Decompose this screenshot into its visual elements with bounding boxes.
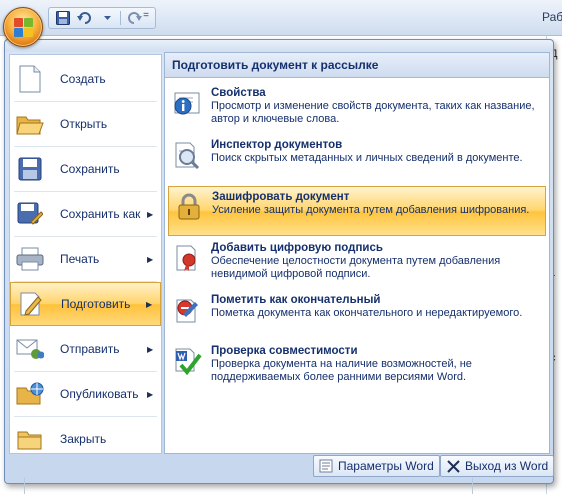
- window-title: Раб: [542, 10, 562, 24]
- menu-item-open[interactable]: Открыть: [10, 102, 161, 146]
- menu-left-column: Создать Открыть Сохранить Сохранить как …: [9, 54, 162, 454]
- save-icon: [56, 11, 70, 25]
- submenu-arrow-icon: ▶: [147, 389, 154, 399]
- exit-word-label: Выход из Word: [465, 459, 549, 473]
- word-options-label: Параметры Word: [338, 459, 434, 473]
- save-as-icon: [17, 202, 43, 225]
- encrypt-lock-icon: [178, 193, 200, 220]
- properties-icon: [174, 92, 200, 115]
- word-options-button[interactable]: Параметры Word: [313, 455, 440, 477]
- menu-item-publish[interactable]: Опубликовать ▶: [10, 372, 161, 416]
- submenu-item-inspect[interactable]: Инспектор документов Поиск скрытых метад…: [168, 135, 546, 185]
- menu-item-send[interactable]: Отправить ▶: [10, 327, 161, 371]
- open-folder-icon: [16, 116, 44, 135]
- menu-top-strip: [5, 40, 553, 52]
- menu-item-label: Отправить: [60, 342, 120, 356]
- compatibility-check-icon: [175, 348, 202, 375]
- exit-word-button[interactable]: Выход из Word: [440, 455, 555, 477]
- publish-icon: [16, 382, 44, 405]
- submenu-item-title: Добавить цифровую подпись: [211, 242, 383, 254]
- submenu-item-digital-signature[interactable]: Добавить цифровую подпись Обеспечение це…: [168, 238, 546, 288]
- new-document-icon: [19, 65, 41, 93]
- send-icon: [16, 339, 44, 359]
- submenu-item-title: Пометить как окончательный: [211, 294, 381, 306]
- digital-signature-icon: [176, 245, 196, 271]
- submenu-item-title: Инспектор документов: [211, 139, 343, 151]
- menu-item-label: Опубликовать: [60, 387, 139, 401]
- submenu-arrow-icon: ▶: [147, 209, 154, 219]
- submenu-item-title: Свойства: [211, 87, 266, 99]
- submenu-item-description: Обеспечение целостности документа путем …: [211, 255, 501, 280]
- customize-qat-button[interactable]: =: [140, 9, 152, 23]
- inspect-document-icon: [175, 142, 200, 169]
- office-logo-icon: [14, 18, 34, 38]
- menu-item-save[interactable]: Сохранить: [10, 147, 161, 191]
- undo-dropdown-button[interactable]: [98, 9, 116, 27]
- menu-item-close[interactable]: Закрыть: [10, 417, 161, 461]
- submenu-item-compatibility[interactable]: Проверка совместимости Проверка документ…: [168, 341, 546, 391]
- menu-item-label: Закрыть: [60, 432, 107, 446]
- submenu-arrow-icon: ▶: [147, 344, 154, 354]
- close-icon: [446, 459, 460, 473]
- submenu-item-title: Зашифровать документ: [212, 191, 350, 203]
- office-menu: Создать Открыть Сохранить Сохранить как …: [4, 39, 555, 484]
- submenu-item-description: Поиск скрытых метаданных и личных сведен…: [211, 152, 523, 164]
- qat-separator: [120, 11, 121, 25]
- quick-save-button[interactable]: [54, 9, 72, 27]
- menu-item-new[interactable]: Создать: [10, 57, 161, 101]
- close-folder-icon: [17, 431, 42, 450]
- menu-item-label: Сохранить как: [60, 207, 141, 221]
- submenu-item-properties[interactable]: Свойства Просмотр и изменение свойств до…: [168, 83, 546, 133]
- submenu-item-description: Просмотр и изменение свойств документа, …: [211, 100, 535, 125]
- office-button[interactable]: [3, 7, 43, 47]
- submenu-header: Подготовить документ к рассылке: [165, 53, 549, 78]
- status-bar-divider: [472, 478, 473, 494]
- title-bar: = Раб: [0, 0, 562, 36]
- menu-item-label: Сохранить: [60, 162, 120, 176]
- submenu-item-encrypt[interactable]: Зашифровать документ Усиление защиты док…: [168, 186, 546, 236]
- save-icon: [18, 157, 42, 181]
- options-icon: [319, 459, 333, 473]
- menu-item-label: Создать: [60, 72, 106, 86]
- undo-button[interactable]: [76, 9, 94, 27]
- menu-item-label: Подготовить: [61, 297, 131, 311]
- undo-icon: [77, 12, 91, 24]
- mark-final-icon: [176, 299, 198, 323]
- submenu-item-description: Пометка документа как окончательного и н…: [211, 307, 523, 319]
- prepare-icon: [20, 292, 42, 316]
- submenu-arrow-icon: ▶: [146, 299, 153, 309]
- submenu-item-description: Проверка документа на наличие возможност…: [211, 358, 472, 383]
- menu-item-prepare[interactable]: Подготовить ▶: [10, 282, 161, 326]
- submenu-item-title: Проверка совместимости: [211, 345, 358, 357]
- menu-item-save-as[interactable]: Сохранить как ▶: [10, 192, 161, 236]
- menu-item-label: Печать: [60, 252, 100, 266]
- menu-item-print[interactable]: Печать ▶: [10, 237, 161, 281]
- submenu-item-mark-final[interactable]: Пометить как окончательный Пометка докум…: [168, 290, 546, 340]
- printer-icon: [16, 247, 44, 271]
- submenu-item-description: Усиление защиты документа путем добавлен…: [212, 204, 530, 216]
- status-bar-frame: [24, 478, 272, 494]
- submenu-arrow-icon: ▶: [147, 254, 154, 264]
- menu-item-label: Открыть: [60, 117, 108, 131]
- prepare-submenu: Подготовить документ к рассылке Свойства…: [164, 52, 550, 454]
- chevron-down-icon: [103, 15, 111, 20]
